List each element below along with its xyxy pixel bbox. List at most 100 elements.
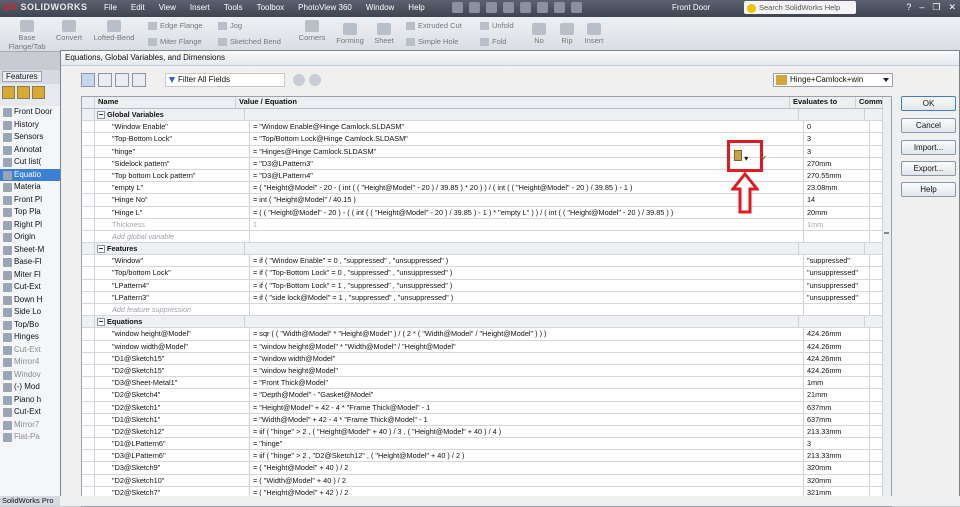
tree-item[interactable]: Hinges	[0, 331, 60, 344]
convert-button[interactable]: Convert	[52, 20, 86, 42]
table-row[interactable]: "D2@Sketch15""window height@Model"424.26…	[82, 364, 891, 378]
column-evaluates[interactable]: Evaluates to	[790, 97, 856, 108]
open-icon[interactable]	[469, 2, 480, 13]
name-cell[interactable]: "Hinge No"	[95, 194, 250, 206]
rebuild-icon[interactable]	[554, 2, 565, 13]
tree-item[interactable]: Windov	[0, 369, 60, 382]
table-row[interactable]: "Window"if ( "Window Enable" = 0 , "supp…	[82, 255, 891, 268]
menu-insert[interactable]: Insert	[190, 3, 210, 12]
table-row[interactable]: "Top bottom Lock pattern""D3@LPattern4"2…	[82, 169, 891, 183]
name-cell[interactable]: "D2@Sketch4"	[95, 389, 250, 401]
menu-edit[interactable]: Edit	[131, 3, 145, 12]
menu-photoview[interactable]: PhotoView 360	[298, 3, 352, 12]
dimension-view-icon[interactable]	[115, 73, 129, 87]
table-row[interactable]: Add feature suppression	[82, 304, 891, 317]
configuration-manager-icon[interactable]	[32, 86, 45, 99]
tree-item[interactable]: Top Pla	[0, 206, 60, 219]
table-row[interactable]: "LPattern4"if ( "Top-Bottom Lock" = 1 , …	[82, 279, 891, 292]
name-cell[interactable]: "Top bottom Lock pattern"	[95, 169, 250, 182]
rip-button[interactable]: Rip	[556, 23, 578, 45]
sketched-bend-button[interactable]: Sketched Bend	[218, 37, 281, 47]
value-cell[interactable]: 1	[250, 218, 804, 230]
name-cell[interactable]: Add global variable	[95, 230, 250, 243]
column-value[interactable]: Value / Equation	[236, 97, 790, 108]
name-cell[interactable]: "D2@Sketch10"	[95, 474, 250, 486]
name-cell[interactable]: "D3@Sheet-Metal1"	[95, 377, 250, 389]
table-row[interactable]: "D3@LPattern6"iif ( "hinge" > 2 , "D2@Sk…	[82, 450, 891, 463]
vertical-scrollbar[interactable]	[882, 97, 891, 506]
base-flange-button[interactable]: Base Flange/Tab	[6, 20, 48, 51]
column-name[interactable]: Name	[95, 97, 236, 108]
menu-toolbox[interactable]: Toolbox	[257, 3, 285, 12]
print-icon[interactable]	[503, 2, 514, 13]
value-cell[interactable]: "Depth@Model" - "Gasket@Model"	[250, 389, 804, 401]
tree-item[interactable]: Base-Fl	[0, 256, 60, 269]
name-cell[interactable]: "LPattern4"	[95, 279, 250, 291]
name-cell[interactable]: Equations	[95, 316, 245, 328]
tree-item[interactable]: Cut-Ext	[0, 281, 60, 294]
edge-flange-button[interactable]: Edge Flange	[148, 21, 203, 31]
help-search-input[interactable]: Search SolidWorks Help	[744, 1, 856, 14]
help-icon[interactable]: ?	[906, 2, 911, 13]
table-row[interactable]: "Window Enable""Window Enable@Hinge Caml…	[82, 121, 891, 134]
name-cell[interactable]: "D3@Sketch9"	[95, 462, 250, 474]
value-cell[interactable]: "D3@LPattern4"	[250, 169, 804, 182]
help-button[interactable]: Help	[901, 182, 956, 197]
table-row[interactable]: "D1@Sketch1""Width@Model" + 42 - 4 * "Fr…	[82, 413, 891, 426]
value-cell[interactable]: iif ( "hinge" > 2 , ( "Height@Model" + 4…	[250, 425, 804, 438]
name-cell[interactable]: "hinge"	[95, 145, 250, 157]
save-icon[interactable]	[486, 2, 497, 13]
value-cell[interactable]: "D3@LPattern3"	[250, 157, 804, 169]
table-row[interactable]: "D1@LPattern6""hinge"3	[82, 438, 891, 451]
fold-button[interactable]: Fold	[480, 37, 507, 47]
value-cell[interactable]: "hinge"	[250, 438, 804, 450]
value-cell[interactable]: "Width@Model" + 42 - 4 * "Frame Thick@Mo…	[250, 413, 804, 425]
tree-item[interactable]: Sensors	[0, 131, 60, 144]
table-row[interactable]: "Top-Bottom Lock""Top/Bottom Lock@Hinge …	[82, 133, 891, 146]
table-row[interactable]: "Hinge L"( ( "Height@Model" - 20 ) - ( (…	[82, 206, 891, 219]
value-cell[interactable]: ( ( "Height@Model" - 20 ) - ( ( int ( ( …	[250, 206, 804, 218]
value-cell[interactable]: "Hinges@Hinge Camlock.SLDASM"	[250, 145, 804, 157]
extruded-cut-button[interactable]: Extruded Cut	[406, 21, 462, 31]
name-cell[interactable]: "Window Enable"	[95, 121, 250, 133]
value-cell[interactable]	[245, 243, 799, 255]
name-cell[interactable]: "D2@Sketch12"	[95, 425, 250, 438]
menu-file[interactable]: File	[104, 3, 117, 12]
tree-item[interactable]: Miter Fl	[0, 269, 60, 282]
name-cell[interactable]: "Hinge L"	[95, 206, 250, 218]
undo-icon[interactable]	[520, 2, 531, 13]
section-row[interactable]: Features	[82, 243, 891, 256]
property-manager-icon[interactable]	[17, 86, 30, 99]
tree-item[interactable]: Cut list(	[0, 156, 60, 169]
value-cell[interactable]	[245, 109, 799, 121]
value-cell[interactable]: "window width@Model"	[250, 352, 804, 364]
tree-item[interactable]: Cut-Ext	[0, 406, 60, 419]
tree-item[interactable]: Cut-Ext	[0, 344, 60, 357]
value-cell[interactable]: "window height@Model" * "Width@Model" / …	[250, 340, 804, 352]
menu-window[interactable]: Window	[366, 3, 394, 12]
table-row[interactable]: Thickness 1 1mm	[82, 218, 891, 231]
value-cell[interactable]: ( "Height@Model" - 20 - ( int ( ( "Heigh…	[250, 182, 804, 194]
value-cell[interactable]: iif ( "hinge" > 2 , "D2@Sketch12" , ( "H…	[250, 450, 804, 462]
value-cell[interactable]: "Top/Bottom Lock@Hinge Camlock.SLDASM"	[250, 133, 804, 145]
tree-item[interactable]: Right Pl	[0, 219, 60, 232]
tree-item[interactable]: Mirror7	[0, 419, 60, 432]
tree-item[interactable]: Mirror4	[0, 356, 60, 369]
jog-button[interactable]: Jog	[218, 21, 242, 31]
ordered-view-icon[interactable]	[132, 73, 146, 87]
value-cell[interactable]: sqr ( ( "Width@Model" * "Height@Model" )…	[250, 328, 804, 340]
no-bends-button[interactable]: No	[528, 23, 550, 45]
name-cell[interactable]: Global Variables	[95, 109, 245, 121]
table-row[interactable]: "D3@Sheet-Metal1""Front Thick@Model"1mm	[82, 377, 891, 390]
forming-button[interactable]: Forming	[334, 23, 366, 45]
tab-features[interactable]: Features	[2, 71, 42, 82]
table-row[interactable]: "Top/bottom Lock"if ( "Top-Bottom Lock" …	[82, 267, 891, 280]
options-icon[interactable]	[571, 2, 582, 13]
table-row[interactable]: "D2@Sketch4""Depth@Model" - "Gasket@Mode…	[82, 389, 891, 402]
menu-tools[interactable]: Tools	[224, 3, 243, 12]
table-row[interactable]: Add global variable	[82, 230, 891, 244]
table-row[interactable]: "D2@Sketch1""Height@Model" + 42 - 4 * "F…	[82, 401, 891, 414]
table-row[interactable]: "D2@Sketch10"( "Width@Model" + 40 ) / 23…	[82, 474, 891, 487]
value-cell[interactable]: "Front Thick@Model"	[250, 377, 804, 389]
tree-item[interactable]: Front Pl	[0, 194, 60, 207]
